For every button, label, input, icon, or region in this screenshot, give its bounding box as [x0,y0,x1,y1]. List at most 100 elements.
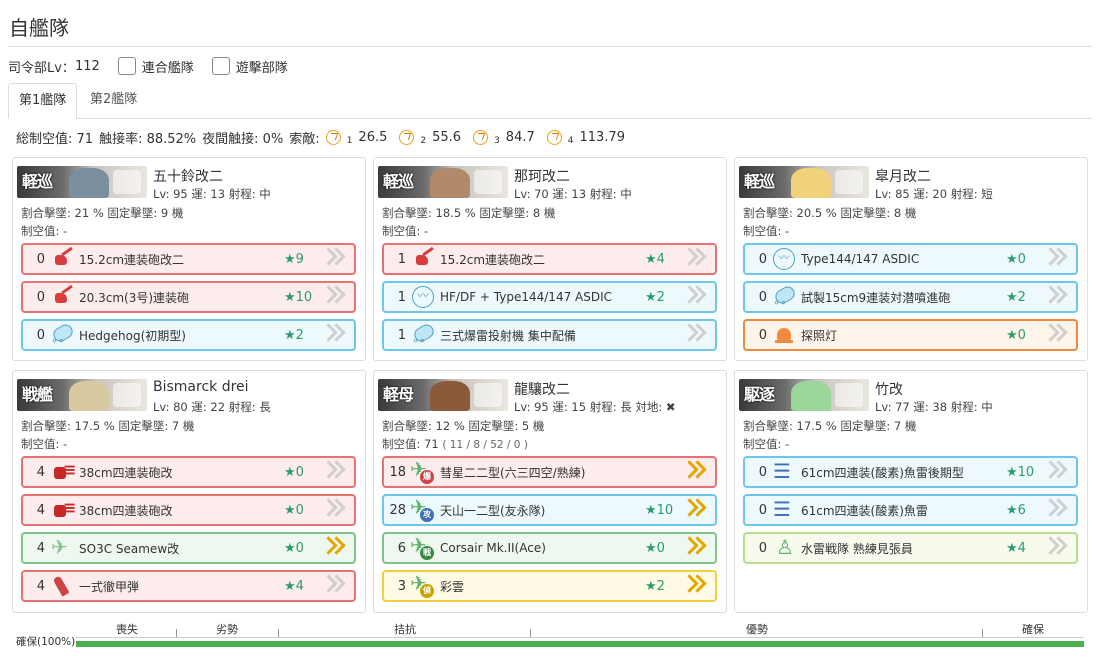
ship-rigging [113,170,141,194]
proficiency-chevron-icon[interactable] [1046,247,1068,271]
ship-air-power: 制空值: - [382,224,429,238]
equipment-slot[interactable]: 0 水雷戦隊 熟練見張員 ★4 [743,532,1078,564]
los-sub: 2 [420,135,427,146]
equipment-slot[interactable]: 0 20.3cm(3号)連装砲 ★10 [21,281,356,313]
improvement-level: ★4 [645,251,665,267]
equipment-slot[interactable]: 0 探照灯 ★0 [743,319,1078,351]
equipment-slot[interactable]: 0 61cm四連装(酸素)魚雷後期型 ★10 [743,456,1078,488]
hq-level-label: 司令部Lv： [8,60,75,76]
los-value-2: 2 55.6 [399,129,467,146]
ship-banner[interactable]: 軽巡 [378,166,508,198]
proficiency-chevron-icon[interactable] [685,536,707,560]
ship-info: Lv: 77 運: 38 射程: 中 [875,400,993,414]
combined-fleet-label[interactable]: 連合艦隊 [142,57,194,76]
ship-banner[interactable]: 駆逐 [739,379,869,411]
proficiency-chevron-icon[interactable] [1046,285,1068,309]
equipment-slot[interactable]: 1 三式爆雷投射機 集中配備 [382,319,717,351]
equipment-slot[interactable]: 4 38cm四連装砲改 ★0 [21,456,356,488]
ship-portrait [69,168,109,198]
air-state-label-superiority: 優勢 [746,623,768,636]
ship-card[interactable]: 軽巡 五十鈴改二 Lv: 95 運: 13 射程: 中割合擊墜: 21 % 固定擊墜… [12,157,366,361]
los-values: 1 26.5 2 55.6 3 84.7 4 113.79 [325,129,637,146]
ship-banner[interactable]: 戦艦 [17,379,147,411]
slot-count: 1 [397,327,406,343]
equipment-slot[interactable]: 1 HF/DF + Type144/147 ASDIC ★2 [382,281,717,313]
plane-icon: 偵 [410,571,434,598]
equipment-name: 38cm四連装砲改 [79,503,173,518]
ship-portrait [430,381,470,411]
strike-force-label[interactable]: 遊擊部隊 [236,57,288,76]
ship-air-power: 制空值: - [21,437,68,451]
ship-banner[interactable]: 軽母 [378,379,508,411]
proficiency-chevron-icon[interactable] [685,247,707,271]
equipment-slot[interactable]: 4 一式徹甲弾 ★4 [21,570,356,602]
improvement-level: ★2 [1006,289,1026,305]
air-state-tick [982,629,983,637]
proficiency-chevron-icon[interactable] [685,574,707,598]
ship-banner[interactable]: 軽巡 [739,166,869,198]
equipment-slot[interactable]: 18 爆彗星二二型(六三四空/熟練) [382,456,717,488]
improvement-level: ★0 [645,540,665,556]
equipment-slot[interactable]: 0 15.2cm連装砲改二 ★9 [21,243,356,275]
equipment-name: 天山一二型(友永隊) [440,503,546,518]
proficiency-chevron-icon[interactable] [685,498,707,522]
ship-type-label: 戦艦 [21,385,53,404]
proficiency-chevron-icon[interactable] [324,498,346,522]
los-icon [399,129,415,145]
equipment-slot[interactable]: 0 61cm四連装(酸素)魚雷 ★6 [743,494,1078,526]
proficiency-chevron-icon[interactable] [1046,323,1068,347]
proficiency-chevron-icon[interactable] [1046,498,1068,522]
equipment-slot[interactable]: 4 38cm四連装砲改 ★0 [21,494,356,526]
proficiency-chevron-icon[interactable] [324,323,346,347]
proficiency-chevron-icon[interactable] [685,285,707,309]
proficiency-chevron-icon[interactable] [324,247,346,271]
ship-air-power: 制空值: 71 [382,437,439,451]
proficiency-chevron-icon[interactable] [324,285,346,309]
ship-name: 龍驤改二 [514,382,570,398]
slot-count: 3 [397,578,406,594]
ship-air-power-line: 制空值: 71 ( 11 / 8 / 52 / 0 ) [382,436,528,452]
slot-count: 6 [397,540,406,556]
ship-card[interactable]: 軽母 龍驤改二 Lv: 95 運: 15 射程: 長 対地: ✖ 割合擊墜: 12 %… [373,370,727,613]
ship-rigging [113,383,141,407]
ship-type-label: 軽巡 [743,172,775,191]
dc-icon [412,324,434,347]
slot-count: 0 [36,289,45,305]
plane-icon: 爆 [410,457,434,484]
equipment-slot[interactable]: 4 SO3C Seamew改 ★0 [21,532,356,564]
equipment-slot[interactable]: 0 Hedgehog(初期型) ★2 [21,319,356,351]
improvement-level: ★2 [645,578,665,594]
proficiency-chevron-icon[interactable] [324,536,346,560]
tab-fleet-1[interactable]: 第1艦隊 [8,83,78,119]
proficiency-chevron-icon[interactable] [324,460,346,484]
ship-card[interactable]: 戦艦 Bismarck drei Lv: 80 運: 22 射程: 長割合擊墜: 1… [12,370,366,613]
proficiency-chevron-icon[interactable] [324,574,346,598]
slot-count: 4 [36,540,45,556]
proficiency-chevron-icon[interactable] [685,323,707,347]
equipment-name: 彗星二二型(六三四空/熟練) [440,465,586,480]
equipment-slot[interactable]: 0 試製15cm9連装対潜噴進砲 ★2 [743,281,1078,313]
slot-count: 0 [758,251,767,267]
proficiency-chevron-icon[interactable] [685,460,707,484]
crew-icon [773,535,795,559]
ship-card[interactable]: 駆逐 竹改 Lv: 77 運: 38 射程: 中割合擊墜: 17.5 % 固定擊墜:… [734,370,1088,613]
ship-portrait [791,168,831,198]
equipment-slot[interactable]: 0 Type144/147 ASDIC ★0 [743,243,1078,275]
combined-fleet-checkbox[interactable] [117,57,136,75]
ship-card[interactable]: 軽巡 皐月改二 Lv: 85 運: 20 射程: 短割合擊墜: 20.5 % 固定擊… [734,157,1088,361]
ship-banner[interactable]: 軽巡 [17,166,147,198]
proficiency-chevron-icon[interactable] [1046,536,1068,560]
air-state-label-incapability: 劣勢 [216,623,238,636]
proficiency-chevron-icon[interactable] [1046,460,1068,484]
equipment-slot[interactable]: 6戦 Corsair Mk.II(Ace) ★0 [382,532,717,564]
los-value-1: 1 26.5 [325,129,394,146]
strike-force-checkbox[interactable] [211,57,230,75]
ship-card[interactable]: 軽巡 那珂改二 Lv: 70 運: 13 射程: 中割合擊墜: 18.5 % 固定擊… [373,157,727,361]
ship-air-power-line: 制空值: - [21,436,67,452]
page-title: 自艦隊 [9,16,69,40]
equipment-slot[interactable]: 28 攻天山一二型(友永隊) ★10 [382,494,717,526]
equipment-slot[interactable]: 1 15.2cm連装砲改二 ★4 [382,243,717,275]
tab-fleet-2[interactable]: 第2艦隊 [80,83,147,119]
plane-type-badge: 攻 [420,508,434,522]
equipment-slot[interactable]: 3偵彩雲 ★2 [382,570,717,602]
